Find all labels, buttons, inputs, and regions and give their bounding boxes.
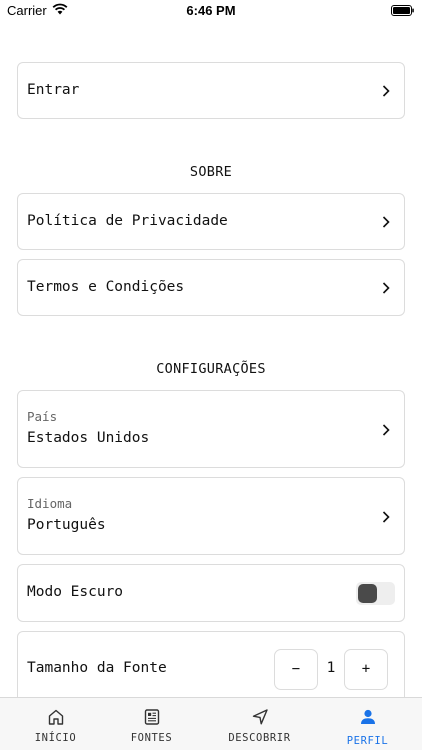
- font-size-label: Tamanho da Fonte: [27, 660, 167, 676]
- privacy-policy-row[interactable]: Política de Privacidade: [17, 193, 405, 250]
- language-row[interactable]: Idioma Português: [17, 477, 405, 555]
- tab-inicio[interactable]: INÍCIO: [3, 698, 108, 750]
- newspaper-icon: [144, 709, 160, 725]
- login-label: Entrar: [27, 82, 80, 98]
- tab-fontes[interactable]: FONTES: [99, 698, 204, 750]
- font-size-increment-button[interactable]: +: [344, 649, 388, 690]
- chevron-right-icon: [382, 85, 390, 97]
- tab-label: PERFIL: [346, 735, 389, 747]
- tab-label: DESCOBRIR: [228, 732, 291, 744]
- language-label: Idioma: [27, 496, 73, 511]
- chevron-right-icon: [382, 216, 390, 228]
- dark-mode-label: Modo Escuro: [27, 584, 124, 600]
- clock-time: 6:46 PM: [186, 3, 236, 18]
- terms-conditions-label: Termos e Condições: [27, 279, 185, 295]
- settings-section-title: CONFIGURAÇÕES: [156, 361, 266, 377]
- status-bar: Carrier 6:46 PM: [0, 0, 422, 22]
- dark-mode-toggle[interactable]: [356, 582, 395, 605]
- chevron-right-icon: [382, 282, 390, 294]
- toggle-knob: [358, 584, 377, 603]
- person-icon: [361, 709, 375, 724]
- tab-descobrir[interactable]: DESCOBRIR: [207, 698, 312, 750]
- tab-bar: INÍCIO FONTES DESCOBRIR PERFIL: [0, 697, 422, 750]
- login-row[interactable]: Entrar: [17, 62, 405, 119]
- chevron-right-icon: [382, 511, 390, 523]
- language-value: Português: [27, 517, 106, 533]
- dark-mode-row: Modo Escuro: [17, 564, 405, 622]
- tab-perfil[interactable]: PERFIL: [315, 698, 420, 750]
- privacy-policy-label: Política de Privacidade: [27, 213, 228, 229]
- font-size-decrement-button[interactable]: −: [274, 649, 318, 690]
- country-value: Estados Unidos: [27, 430, 150, 446]
- tab-label: INÍCIO: [34, 732, 77, 744]
- country-row[interactable]: País Estados Unidos: [17, 390, 405, 468]
- about-section-title: SOBRE: [189, 164, 233, 180]
- battery-icon: [391, 5, 414, 16]
- home-icon: [48, 709, 64, 725]
- chevron-right-icon: [382, 424, 390, 436]
- country-label: País: [27, 409, 58, 424]
- font-size-value: 1: [326, 660, 336, 676]
- terms-conditions-row[interactable]: Termos e Condições: [17, 259, 405, 316]
- navigation-arrow-icon: [252, 709, 268, 725]
- tab-label: FONTES: [130, 732, 173, 744]
